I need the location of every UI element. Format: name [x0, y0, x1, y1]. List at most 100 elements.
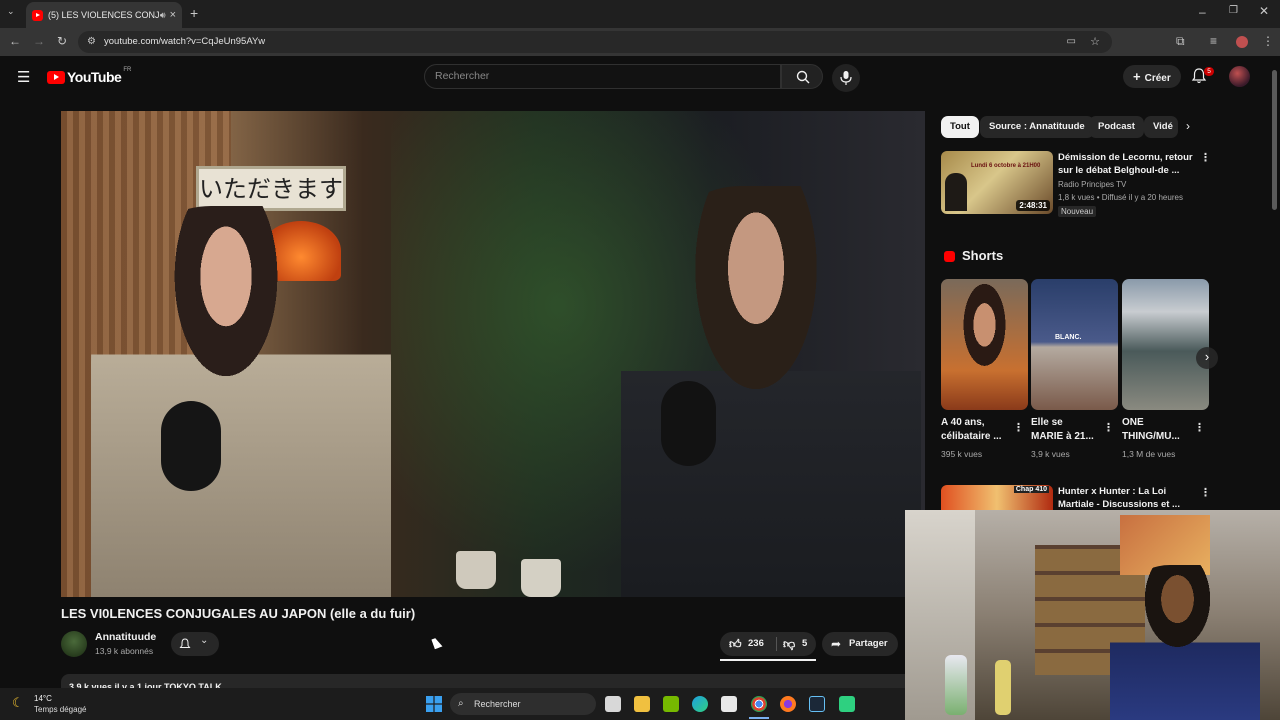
wall-sign: いただきます	[196, 166, 346, 211]
window-close-icon[interactable]: ✕	[1259, 4, 1269, 18]
account-avatar[interactable]	[1229, 66, 1250, 87]
share-button[interactable]: ➦ Partager	[822, 632, 898, 656]
nvidia-icon[interactable]	[663, 696, 679, 712]
short-views: 395 k vues	[941, 449, 983, 459]
reload-icon[interactable]: ↻	[57, 34, 67, 48]
audio-icon[interactable]: 🔊︎	[160, 10, 166, 21]
shorts-logo-icon	[944, 251, 955, 262]
media-controls-icon[interactable]: ≡	[1210, 34, 1217, 48]
cast-icon[interactable]: ▭	[1067, 31, 1076, 53]
dislike-button[interactable]: 👎︎ 5	[777, 632, 816, 656]
taskbar-search-label: Rechercher	[474, 699, 521, 709]
recommendation-title[interactable]: Démission de Lecornu, retour sur le déba…	[1058, 151, 1193, 177]
dislike-count: 5	[802, 638, 808, 649]
more-options-icon[interactable]: ⋮	[1103, 421, 1114, 434]
profile-icon[interactable]	[1236, 36, 1248, 48]
restore-icon[interactable]: ❐	[1229, 5, 1238, 16]
windows-taskbar: ☾ 14°C Temps dégagé ⌕ Rechercher	[0, 688, 905, 720]
more-options-icon[interactable]: ⋮	[1200, 151, 1211, 164]
recommendation-title-line1: Hunter x Hunter : La Loi	[1058, 486, 1167, 497]
like-button[interactable]: 👍︎ 236	[720, 632, 776, 656]
notification-badge: 5	[1204, 67, 1214, 76]
thumbnail-text: Chap 410	[1013, 486, 1049, 493]
left-speaker	[91, 206, 391, 597]
task-view-icon[interactable]	[605, 696, 621, 712]
recommendation-title-line2: sur le débat Belghoul-de ...	[1058, 165, 1180, 176]
search-button[interactable]	[781, 64, 823, 89]
browser-tab[interactable]: (5) LES VIOLENCES CONJUGA 🔊︎ ×	[26, 2, 182, 28]
new-tab-icon[interactable]: +	[190, 5, 198, 21]
address-bar-row: ← → ↻ ⚙ youtube.com/watch?v=CqJeUn95AYw …	[0, 28, 1280, 56]
short-title[interactable]: A 40 ans, célibataire ...	[941, 416, 1002, 444]
voice-search-button[interactable]	[832, 64, 860, 92]
webcam-bottle	[995, 660, 1011, 715]
recommendation-thumbnail[interactable]: Lundi 6 octobre à 21H00 2:48:31	[941, 151, 1053, 214]
minimize-icon[interactable]: –	[1199, 5, 1206, 19]
thumbnail-text: Lundi 6 octobre à 21H00	[971, 163, 1041, 169]
chevron-right-icon[interactable]: ›	[1186, 119, 1190, 133]
short-title[interactable]: Elle se MARIE à 21...	[1031, 416, 1094, 444]
back-icon[interactable]: ←	[9, 34, 21, 48]
youtube-logo[interactable]: YouTube FR	[47, 67, 131, 85]
store-icon[interactable]	[721, 696, 737, 712]
more-options-icon[interactable]: ⋮	[1194, 421, 1205, 434]
youtube-play-icon	[47, 70, 65, 84]
search-input[interactable]: Rechercher	[424, 64, 781, 89]
chip-videos[interactable]: Vidé	[1144, 116, 1178, 138]
steam-icon[interactable]	[809, 696, 825, 712]
recommendation-title-line1: Démission de Lecornu, retour	[1058, 152, 1193, 163]
tab-title: (5) LES VIOLENCES CONJUGA	[48, 10, 160, 20]
thumbs-down-icon: 👎︎	[783, 637, 796, 651]
chevron-down-icon: ⌄	[200, 635, 209, 646]
weather-description: Temps dégagé	[34, 705, 87, 714]
video-player[interactable]: いただきます	[61, 111, 925, 597]
close-tab-icon[interactable]: ×	[170, 9, 176, 21]
forward-icon[interactable]: →	[33, 34, 45, 48]
short-thumbnail[interactable]	[941, 279, 1028, 410]
search-icon: ⌕	[458, 698, 464, 709]
chip-source[interactable]: Source : Annatituude	[980, 116, 1094, 138]
more-options-icon[interactable]: ⋮	[1013, 421, 1024, 434]
windows-start-icon[interactable]	[426, 696, 442, 712]
channel-avatar[interactable]	[61, 631, 87, 657]
share-label: Partager	[849, 638, 888, 649]
app-icon[interactable]	[839, 696, 855, 712]
short-title[interactable]: ONE THING/MU...	[1122, 416, 1180, 444]
webcam-overlay	[905, 510, 1280, 720]
search-icon	[796, 70, 810, 84]
recommendation-title[interactable]: Hunter x Hunter : La Loi Martiale - Disc…	[1058, 485, 1180, 511]
tab-list-icon[interactable]: ⌄	[7, 6, 15, 17]
edge-icon[interactable]	[692, 696, 708, 712]
firefox-icon[interactable]	[780, 696, 796, 712]
create-button[interactable]: + Créer	[1123, 65, 1181, 88]
thumbnail-figure	[945, 173, 967, 211]
recommendation-thumbnail[interactable]: Chap 410	[941, 485, 1053, 510]
more-options-icon[interactable]: ⋮	[1200, 486, 1211, 499]
video-title: LES VI0LENCES CONJUGALES AU JAPON (elle …	[61, 606, 416, 621]
short-thumbnail[interactable]: BLANC.	[1031, 279, 1118, 410]
video-duration: 2:48:31	[1016, 200, 1050, 211]
logo-text: YouTube	[67, 69, 122, 85]
page-scrollbar[interactable]	[1272, 70, 1277, 210]
chrome-icon[interactable]	[751, 696, 767, 712]
taskbar-search[interactable]: ⌕ Rechercher	[450, 693, 596, 715]
shorts-next-icon[interactable]: ›	[1196, 347, 1218, 369]
extensions-icon[interactable]: ⧉	[1176, 34, 1185, 49]
chrome-menu-icon[interactable]: ⋮	[1262, 34, 1274, 48]
hamburger-menu-icon[interactable]: ☰	[17, 68, 30, 86]
short-thumbnail[interactable]	[1122, 279, 1209, 410]
chip-podcast[interactable]: Podcast	[1089, 116, 1144, 138]
channel-name[interactable]: Annatituude	[95, 631, 156, 643]
chip-all[interactable]: Tout	[941, 116, 979, 138]
site-info-icon[interactable]: ⚙	[87, 31, 96, 53]
file-explorer-icon[interactable]	[634, 696, 650, 712]
url-field[interactable]: ⚙ youtube.com/watch?v=CqJeUn95AYw ▭ ☆	[78, 31, 1112, 53]
share-icon: ➦	[831, 637, 842, 651]
short-title-line2: MARIE à 21...	[1031, 431, 1094, 442]
browser-tab-bar: ⌄ (5) LES VIOLENCES CONJUGA 🔊︎ × + – ❐ ✕	[0, 0, 1280, 28]
subscription-bell-button[interactable]: ⌄	[171, 632, 219, 656]
short-title-line2: THING/MU...	[1122, 431, 1180, 442]
recommendation-channel[interactable]: Radio Principes TV	[1058, 180, 1126, 189]
bookmark-star-icon[interactable]: ☆	[1090, 31, 1100, 53]
shorts-heading: Shorts	[962, 248, 1004, 263]
